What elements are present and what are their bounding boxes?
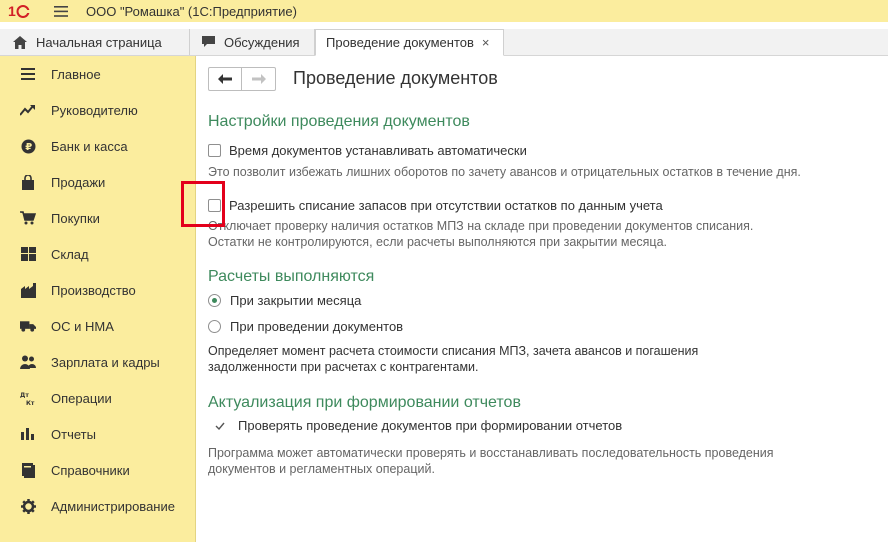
sidebar-item-sales[interactable]: Продажи <box>0 164 195 200</box>
actualization-description-2: документов и регламентных операций. <box>208 462 435 476</box>
hamburger-menu-icon[interactable] <box>50 0 72 22</box>
sidebar-item-label: Справочники <box>51 462 130 478</box>
sidebar-item-label: ОС и НМА <box>51 318 114 334</box>
tab-home-label: Начальная страница <box>36 34 162 50</box>
warehouse-icon <box>20 246 36 262</box>
radio-option-on-posting[interactable]: При проведении документов <box>208 319 403 334</box>
chat-icon <box>200 34 216 50</box>
on-posting-radio[interactable] <box>208 320 221 333</box>
option-allow-writeoff[interactable]: Разрешить списание запасов при отсутстви… <box>208 198 663 213</box>
sidebar-item-label: Банк и касса <box>51 138 128 154</box>
option-auto-document-time[interactable]: Время документов устанавливать автоматич… <box>208 143 527 158</box>
sidebar: Главное Руководителю ₽ Банк и касса Прод… <box>0 56 196 542</box>
close-icon[interactable]: × <box>482 35 490 50</box>
dt-kt-icon: Дт Кт <box>20 390 36 406</box>
section-calculations-heading: Расчеты выполняются <box>208 268 375 285</box>
radio-option-month-close[interactable]: При закрытии месяца <box>208 293 361 308</box>
section-report-actualization-heading: Актуализация при формировании отчетов <box>208 394 521 411</box>
sidebar-item-label: Продажи <box>51 174 106 190</box>
highlight-frame <box>181 181 225 227</box>
tab-home[interactable]: Начальная страница <box>0 29 190 55</box>
sidebar-item-purchases[interactable]: Покупки <box>0 200 195 236</box>
gear-icon <box>20 498 36 514</box>
trend-icon <box>20 102 36 118</box>
sidebar-item-label: Операции <box>51 390 112 406</box>
month-close-radio[interactable] <box>208 294 221 307</box>
tabs-bar: Начальная страница Обсуждения Проведение… <box>0 29 888 56</box>
truck-icon <box>20 318 36 334</box>
tab-discussions[interactable]: Обсуждения <box>190 29 315 55</box>
actualization-description-1: Программа может автоматически проверять … <box>208 446 774 460</box>
sidebar-item-label: Покупки <box>51 210 100 226</box>
month-close-label: При закрытии месяца <box>230 293 362 308</box>
auto-time-label: Время документов устанавливать автоматич… <box>229 143 527 158</box>
svg-text:₽: ₽ <box>25 142 32 153</box>
bar-chart-icon <box>20 426 36 442</box>
svg-text:1: 1 <box>8 3 16 19</box>
main-content: Проведение документов Настройки проведен… <box>196 56 888 542</box>
sidebar-item-label: Зарплата и кадры <box>51 354 160 370</box>
ruble-coin-icon: ₽ <box>20 138 36 154</box>
sidebar-item-fixed-assets[interactable]: ОС и НМА <box>0 308 195 344</box>
sidebar-item-label: Склад <box>51 246 89 262</box>
auto-time-checkbox[interactable] <box>208 144 221 157</box>
sidebar-item-warehouse[interactable]: Склад <box>0 236 195 272</box>
calculations-description-2: задолженности при расчетах с контрагента… <box>208 360 479 374</box>
sidebar-item-reports[interactable]: Отчеты <box>0 416 195 452</box>
sidebar-item-administration[interactable]: Администрирование <box>0 488 195 524</box>
1c-logo[interactable]: 1 <box>6 0 36 22</box>
sidebar-item-label: Отчеты <box>51 426 96 442</box>
checkmark-icon[interactable] <box>212 422 228 430</box>
app-title: ООО "Ромашка" (1С:Предприятие) <box>86 3 297 19</box>
sidebar-item-bank[interactable]: ₽ Банк и касса <box>0 128 195 164</box>
sidebar-item-label: Производство <box>51 282 136 298</box>
shopping-bag-icon <box>20 174 36 190</box>
sidebar-item-operations[interactable]: Дт Кт Операции <box>0 380 195 416</box>
title-bar: 1 ООО "Ромашка" (1С:Предприятие) <box>0 0 888 22</box>
sidebar-item-label: Главное <box>51 66 101 82</box>
sidebar-item-directories[interactable]: Справочники <box>0 452 195 488</box>
sidebar-item-label: Администрирование <box>51 498 175 514</box>
nav-buttons <box>208 67 276 91</box>
book-icon <box>20 462 36 478</box>
sidebar-item-main[interactable]: Главное <box>0 56 195 92</box>
sidebar-item-manager[interactable]: Руководителю <box>0 92 195 128</box>
auto-time-description: Это позволит избежать лишних оборотов по… <box>208 165 801 179</box>
people-icon <box>20 354 36 370</box>
allow-writeoff-description-1: Отключает проверку наличия остатков МПЗ … <box>208 219 754 233</box>
menu-lines-icon <box>20 66 36 82</box>
svg-text:Кт: Кт <box>26 400 35 406</box>
allow-writeoff-label: Разрешить списание запасов при отсутстви… <box>229 198 663 213</box>
back-button[interactable] <box>209 68 242 90</box>
forward-button[interactable] <box>242 68 275 90</box>
section-posting-settings-heading: Настройки проведения документов <box>208 113 470 130</box>
arrow-right-icon <box>251 74 266 84</box>
home-icon <box>12 34 28 50</box>
arrow-left-icon <box>218 74 232 84</box>
tab-posting-label: Проведение документов <box>326 35 474 50</box>
calculations-description-1: Определяет момент расчета стоимости спис… <box>208 344 699 358</box>
svg-text:Дт: Дт <box>20 392 29 399</box>
tab-discussions-label: Обсуждения <box>224 34 300 50</box>
factory-icon <box>20 282 36 298</box>
sidebar-item-production[interactable]: Производство <box>0 272 195 308</box>
on-posting-label: При проведении документов <box>230 319 404 334</box>
sidebar-item-label: Руководителю <box>51 102 138 118</box>
allow-writeoff-description-2: Остатки не контролируются, если расчеты … <box>208 235 668 249</box>
check-posting-label: Проверять проведение документов при форм… <box>238 418 623 433</box>
option-check-posting[interactable]: Проверять проведение документов при форм… <box>208 418 622 433</box>
sidebar-item-payroll[interactable]: Зарплата и кадры <box>0 344 195 380</box>
tab-posting-documents[interactable]: Проведение документов × <box>315 29 504 56</box>
page-title: Проведение документов <box>293 68 498 88</box>
cart-icon <box>20 210 36 226</box>
